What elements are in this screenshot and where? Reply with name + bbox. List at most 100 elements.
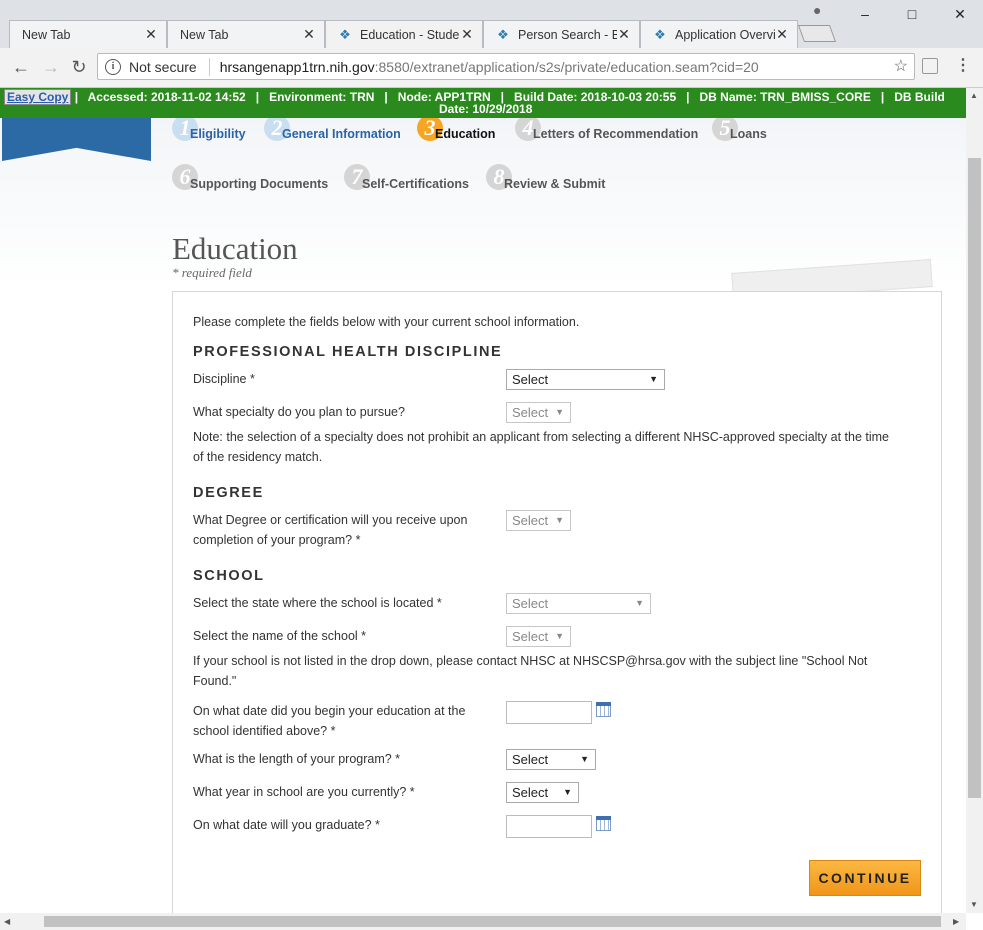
page-content: 1 Eligibility 2 General Information 3 Ed… <box>0 88 966 913</box>
scroll-down-arrow-icon[interactable]: ▼ <box>970 900 978 909</box>
environment-info-bar: Easy Copy | Accessed: 2018-11-02 14:52 |… <box>0 88 966 118</box>
scroll-right-arrow-icon[interactable]: ▶ <box>953 917 959 926</box>
dropdown-arrow-icon: ▼ <box>555 407 564 417</box>
program-length-select[interactable]: Select ▼ <box>506 749 596 770</box>
forward-arrow-icon[interactable]: → <box>40 56 62 78</box>
begin-date-input[interactable] <box>506 701 592 724</box>
state-label: Select the state where the school is loc… <box>193 596 442 610</box>
step-label: Letters of Recommendation <box>533 127 699 141</box>
step-general-information[interactable]: 2 General Information <box>264 115 401 141</box>
profile-icon[interactable]: ● <box>813 2 821 18</box>
new-tab-button[interactable] <box>797 25 837 42</box>
site-favicon-icon: ❖ <box>339 26 351 42</box>
degree-select[interactable]: Select ▼ <box>506 510 571 531</box>
step-label: Review & Submit <box>504 177 606 191</box>
calendar-icon[interactable] <box>596 816 611 831</box>
step-label: Education <box>435 127 496 141</box>
tab-title: Person Search - BM <box>518 27 617 42</box>
dropdown-arrow-icon: ▼ <box>563 787 572 797</box>
step-supporting-documents[interactable]: 6 Supporting Documents <box>172 164 329 191</box>
degree-label-line2: completion of your program? * <box>193 533 361 547</box>
school-select[interactable]: Select ▼ <box>506 626 571 647</box>
step-self-certifications[interactable]: 7 Self-Certifications <box>344 164 469 191</box>
continue-button[interactable]: CONTINUE <box>809 860 921 896</box>
reload-icon[interactable]: ↻ <box>68 56 90 78</box>
site-favicon-icon: ❖ <box>654 26 666 42</box>
close-tab-icon[interactable]: ✕ <box>144 26 158 43</box>
school-label: Select the name of the school * <box>193 629 367 643</box>
state-select-value: Select <box>512 596 549 611</box>
specialty-note-line2: of the residency match. <box>193 450 323 464</box>
maximize-icon[interactable]: □ <box>902 6 922 22</box>
step-education[interactable]: 3 Education <box>417 115 495 141</box>
state-select[interactable]: Select ▼ <box>506 593 651 614</box>
env-info-line2: Date: 10/29/2018 <box>439 102 533 116</box>
school-note-line2: Found." <box>193 674 237 688</box>
close-tab-icon[interactable]: ✕ <box>460 26 474 43</box>
browser-chrome: ● – □ ✕ New Tab ✕ New Tab ✕ ❖ Education … <box>0 0 983 88</box>
specialty-select[interactable]: Select ▼ <box>506 402 571 423</box>
divider <box>208 57 210 76</box>
browser-tab[interactable]: New Tab ✕ <box>9 20 167 48</box>
discipline-select[interactable]: Select ▼ <box>506 369 665 390</box>
step-label: Supporting Documents <box>190 177 329 191</box>
required-field-note: * required field <box>172 265 252 280</box>
minimize-icon[interactable]: – <box>855 6 875 22</box>
school-note-line1: If your school is not listed in the drop… <box>193 654 868 668</box>
school-year-select[interactable]: Select ▼ <box>506 782 579 803</box>
browser-tab[interactable]: ❖ Application Overvi ✕ <box>640 20 798 48</box>
calendar-icon[interactable] <box>596 702 611 717</box>
url-host: hrsangenapp1trn.nih.gov <box>219 58 375 75</box>
vertical-scrollbar[interactable]: ▲ ▼ <box>966 88 983 913</box>
step-loans[interactable]: 5 Loans <box>712 115 767 141</box>
security-label: Not secure <box>129 58 197 75</box>
step-review-submit[interactable]: 8 Review & Submit <box>486 164 606 191</box>
close-window-icon[interactable]: ✕ <box>950 6 970 23</box>
tab-title: Education - Studen <box>360 27 460 42</box>
info-icon[interactable]: i <box>105 58 121 75</box>
close-tab-icon[interactable]: ✕ <box>617 26 631 43</box>
address-bar[interactable]: i Not secure hrsangenapp1trn.nih.gov :85… <box>97 53 915 80</box>
back-arrow-icon[interactable]: ← <box>10 56 32 78</box>
horizontal-scrollbar[interactable]: ◀ ▶ <box>0 913 966 930</box>
menu-dots-icon[interactable]: ⋮ <box>955 55 971 75</box>
tab-title: Application Overvi <box>675 27 775 42</box>
scroll-up-arrow-icon[interactable]: ▲ <box>970 91 978 100</box>
school-year-select-value: Select <box>512 785 549 800</box>
easy-copy-link[interactable]: Easy Copy <box>4 89 72 105</box>
scroll-left-arrow-icon[interactable]: ◀ <box>4 917 10 926</box>
step-label: Loans <box>730 127 767 141</box>
step-label: Eligibility <box>190 127 246 141</box>
graduation-date-input[interactable] <box>506 815 592 838</box>
site-favicon-icon: ❖ <box>497 26 509 42</box>
dropdown-arrow-icon: ▼ <box>649 374 658 384</box>
vertical-scroll-thumb[interactable] <box>968 158 981 798</box>
intro-text: Please complete the fields below with yo… <box>193 315 580 329</box>
dropdown-arrow-icon: ▼ <box>555 631 564 641</box>
extension-icon[interactable] <box>922 58 938 74</box>
bookmark-star-icon[interactable]: ☆ <box>894 56 908 76</box>
section-heading-degree: DEGREE <box>193 485 264 501</box>
degree-label-line1: What Degree or certification will you re… <box>193 513 468 527</box>
browser-tab[interactable]: New Tab ✕ <box>167 20 325 48</box>
specialty-note-line1: Note: the selection of a specialty does … <box>193 430 889 444</box>
section-heading-school: SCHOOL <box>193 568 265 584</box>
dropdown-arrow-icon: ▼ <box>580 754 589 764</box>
horizontal-scroll-thumb[interactable] <box>44 916 941 927</box>
graduation-date-label: On what date will you graduate? * <box>193 818 380 832</box>
tab-title: New Tab <box>22 27 71 42</box>
program-length-select-value: Select <box>512 752 549 767</box>
tab-title: New Tab <box>180 27 229 42</box>
close-tab-icon[interactable]: ✕ <box>775 26 789 43</box>
step-letters-of-recommendation[interactable]: 4 Letters of Recommendation <box>515 115 698 141</box>
step-eligibility[interactable]: 1 Eligibility <box>172 115 246 141</box>
specialty-select-value: Select <box>512 405 549 420</box>
section-heading-discipline: PROFESSIONAL HEALTH DISCIPLINE <box>193 344 503 360</box>
browser-tab[interactable]: ❖ Person Search - BM ✕ <box>483 20 640 48</box>
close-tab-icon[interactable]: ✕ <box>302 26 316 43</box>
begin-date-label-line2: school identified above? * <box>193 724 336 738</box>
dropdown-arrow-icon: ▼ <box>635 598 644 608</box>
specialty-label: What specialty do you plan to pursue? <box>193 405 405 419</box>
browser-tab-active[interactable]: ❖ Education - Studen ✕ <box>325 20 483 48</box>
dropdown-arrow-icon: ▼ <box>555 515 564 525</box>
